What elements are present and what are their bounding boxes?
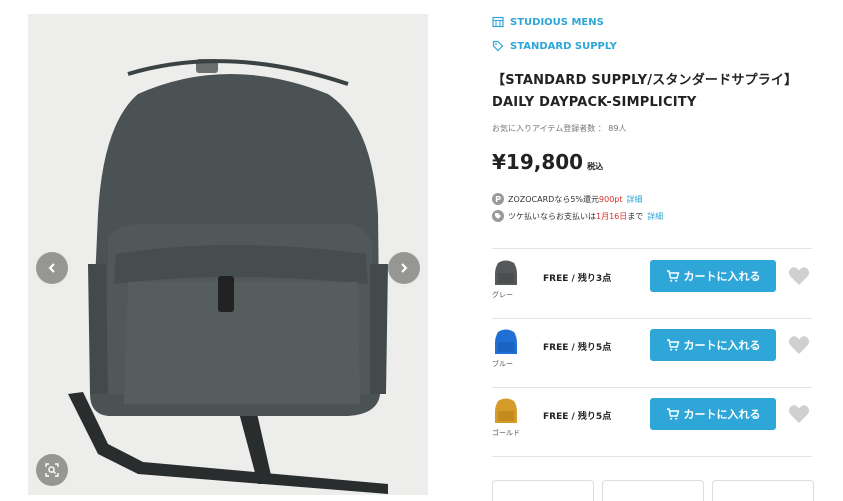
bottom-tab[interactable] [492, 480, 594, 501]
tax-label: 税込 [587, 162, 604, 171]
chevron-right-icon [401, 263, 408, 273]
add-to-cart-button[interactable]: カートに入れる [650, 329, 776, 361]
price-value: ¥19,800 [492, 150, 584, 174]
heart-icon[interactable] [788, 335, 810, 355]
product-price: ¥19,800 税込 [492, 150, 603, 174]
product-photo [28, 14, 428, 495]
variant-stock: FREE / 残り5点 [543, 343, 612, 353]
chevron-left-icon [48, 263, 55, 273]
cart-icon [666, 339, 679, 351]
tag-icon [492, 40, 504, 52]
variant-color-name: グレー [492, 291, 513, 299]
brand-name: STANDARD SUPPLY [510, 40, 617, 52]
product-image-gallery [28, 14, 428, 495]
zozocard-text: ZOZOCARDなら5%還元 [508, 194, 600, 204]
deferred-payment-suffix: まで [627, 211, 644, 221]
bottom-tab[interactable] [602, 480, 704, 501]
variant-row-gray: グレー FREE / 残り3点 カートに入れる [492, 250, 812, 318]
variant-stock: FREE / 残り5点 [543, 412, 612, 422]
brand-link[interactable]: STANDARD SUPPLY [492, 40, 617, 52]
add-to-cart-button[interactable]: カートに入れる [650, 260, 776, 292]
divider [492, 248, 812, 249]
bottom-tab[interactable] [712, 480, 814, 501]
product-title: 【STANDARD SUPPLY/スタンダードサプライ】DAILY DAYPAC… [492, 73, 798, 110]
add-to-cart-button[interactable]: カートに入れる [650, 398, 776, 430]
variant-color-name: ゴールド [492, 429, 520, 437]
deferred-payment-text: ツケ払いならお支払いは [508, 211, 596, 221]
variant-thumbnail [495, 329, 517, 354]
add-to-cart-label: カートに入れる [683, 270, 761, 283]
favorite-count: お気に入りアイテム登録者数 ： 89人 [492, 124, 627, 133]
store-icon [492, 16, 504, 28]
zoom-image-button[interactable] [36, 454, 68, 486]
zoom-search-icon [45, 463, 59, 477]
heart-icon[interactable] [788, 404, 810, 424]
deferred-payment-detail-link[interactable]: 詳細 [647, 211, 663, 222]
deferred-payment-note: ツケ払いならお支払いは 1月16日 まで 詳細 [492, 210, 663, 222]
shop-name: STUDIOUS MENS [510, 16, 604, 28]
variant-thumbnail [495, 260, 517, 285]
cart-icon [666, 270, 679, 282]
deferred-payment-icon [492, 210, 504, 222]
prev-image-button[interactable] [36, 252, 68, 284]
heart-icon[interactable] [788, 266, 810, 286]
points-icon: P [492, 193, 504, 205]
shop-link[interactable]: STUDIOUS MENS [492, 16, 604, 28]
divider [492, 456, 812, 457]
deferred-payment-date: 1月16日 [596, 211, 628, 221]
variant-color-name: ブルー [492, 360, 513, 368]
zozocard-note: P ZOZOCARDなら5%還元 900pt 詳細 [492, 193, 643, 205]
zozocard-detail-link[interactable]: 詳細 [627, 194, 643, 205]
cart-icon [666, 408, 679, 420]
zozocard-points: 900pt [599, 194, 623, 204]
variant-stock: FREE / 残り3点 [543, 274, 612, 284]
variant-thumbnail [495, 398, 517, 423]
variant-row-blue: ブルー FREE / 残り5点 カートに入れる [492, 319, 812, 387]
variant-row-gold: ゴールド FREE / 残り5点 カートに入れる [492, 388, 812, 456]
add-to-cart-label: カートに入れる [683, 408, 761, 421]
add-to-cart-label: カートに入れる [683, 339, 761, 352]
next-image-button[interactable] [388, 252, 420, 284]
tag-icon [495, 213, 501, 219]
